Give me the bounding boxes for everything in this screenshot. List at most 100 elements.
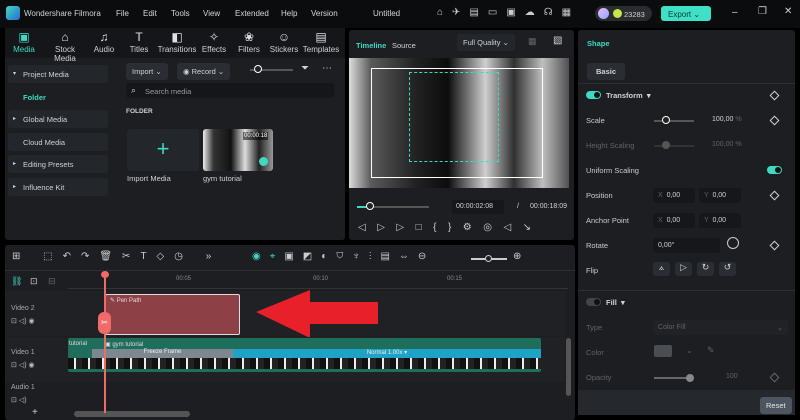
check-icon — [259, 157, 268, 166]
flip-horizontal-icon: ▷ — [675, 262, 692, 276]
rotate-label: Rotate — [586, 241, 609, 250]
close-icon[interactable]: ✕ — [784, 6, 792, 17]
basic-tab[interactable]: Basic — [587, 63, 626, 80]
sidebar-project-media[interactable]: ▾ Project Media — [8, 65, 108, 83]
horizontal-scrollbar[interactable] — [74, 411, 190, 417]
filter-icon[interactable]: ⏷ — [301, 63, 309, 74]
sidebar-folder[interactable]: Folder — [8, 88, 108, 106]
link-icon[interactable]: ⛓ — [11, 276, 22, 287]
track-label-video2: Video 2 — [11, 305, 35, 312]
minimize-icon[interactable]: – — [732, 7, 738, 18]
effects-icon: ✧ — [208, 30, 220, 44]
tab-titles[interactable]: T Titles — [119, 30, 159, 54]
tab-transitions[interactable]: ◧ Transitions — [157, 30, 197, 54]
transform-label[interactable]: Transform ▾ — [606, 91, 651, 100]
color-swatch — [654, 345, 672, 357]
menu-tools[interactable]: Tools — [171, 9, 190, 18]
track-icons[interactable]: ⊡ ◁) — [11, 396, 27, 404]
zoom-in-icon[interactable]: ⊕ — [513, 251, 521, 262]
position-y-input[interactable]: Y 0,00 — [699, 188, 741, 203]
vertical-scrollbar[interactable] — [566, 338, 571, 396]
playback-controls[interactable]: ◁▷▷□{}⚙◎◁↘ — [358, 222, 543, 233]
sidebar-influence-kit[interactable]: ▸ Influence Kit — [8, 178, 108, 196]
position-x-input[interactable]: X 0,00 — [653, 188, 695, 203]
tab-filters[interactable]: ❀ Filters — [229, 30, 269, 54]
timeline-toolbar-right[interactable]: ◉⌖▣◩◐⛉♆⫶▤⇔⊖ — [252, 251, 435, 262]
ungroup-icon[interactable]: ⊟ — [48, 276, 56, 287]
menu-file[interactable]: File — [116, 9, 129, 18]
toolbar-icons[interactable]: ⌂✈▤▭▣☁☊▦ — [437, 7, 580, 18]
pen-path-clip[interactable]: ✎ Pen Path — [105, 294, 240, 335]
scissors-icon[interactable]: ✂ — [98, 312, 111, 334]
tab-timeline[interactable]: Timeline — [356, 41, 386, 50]
scale-value[interactable]: 100,00 % — [712, 116, 742, 123]
record-button[interactable]: ◉ Record ⌄ — [177, 63, 231, 80]
anchor-y-input[interactable]: Y 0,00 — [699, 213, 741, 228]
playback-knob[interactable] — [366, 202, 374, 210]
opacity-knob — [686, 374, 694, 382]
group-icon[interactable]: ⊡ — [30, 276, 38, 287]
playhead[interactable] — [104, 273, 106, 413]
rotate-input[interactable]: 0,00° — [653, 238, 720, 253]
thumb-size-knob[interactable] — [254, 65, 262, 73]
tab-media[interactable]: ▣ Media — [4, 30, 44, 54]
tick-label: 00:15 — [447, 276, 463, 282]
zoom-knob[interactable] — [485, 255, 492, 262]
video-clip[interactable]: tutorial ▣ gym tutorial Freeze Frame Nor… — [68, 338, 541, 372]
sidebar-editing-presets[interactable]: ▸ Editing Presets — [8, 155, 108, 173]
track-icons[interactable]: ⊡ ◁) ◉ — [11, 361, 35, 369]
tab-stock-media[interactable]: ⌂ Stock Media — [43, 30, 87, 63]
playhead-handle[interactable] — [101, 271, 109, 278]
opacity-label: Opacity — [586, 373, 612, 382]
media-icon: ▣ — [18, 30, 30, 44]
opacity-value: 100 — [726, 373, 738, 380]
import-button[interactable]: Import ⌄ — [126, 63, 168, 80]
menu-edit[interactable]: Edit — [143, 9, 157, 18]
flip-buttons[interactable]: ⟑ ▷ ↻ ↺ — [653, 262, 736, 276]
timeline-toolbar-left[interactable]: ⊞ ⬚↶↷🗑✂T◇◷ » — [12, 251, 221, 262]
transform-toggle[interactable] — [586, 91, 601, 99]
track-icons[interactable]: ⊡ ◁) ◉ — [11, 317, 35, 325]
grid-icon[interactable]: ▦ — [528, 36, 537, 47]
ruler[interactable] — [68, 288, 568, 289]
menu-extended[interactable]: Extended — [235, 9, 269, 18]
export-button[interactable]: Export ⌄ — [661, 6, 711, 21]
sidebar-cloud-media[interactable]: Cloud Media — [8, 133, 108, 151]
tab-source[interactable]: Source — [392, 41, 416, 50]
color-label: Color — [586, 348, 604, 357]
stock-icon: ⌂ — [61, 30, 69, 44]
video-preview[interactable] — [349, 58, 569, 188]
fill-type-dropdown: Color Fill ⌄ — [653, 320, 788, 335]
quality-dropdown[interactable]: Full Quality ⌄ — [457, 34, 515, 51]
tab-effects[interactable]: ✧ Effects — [194, 30, 234, 54]
anchor-x-input[interactable]: X 0,00 — [653, 213, 695, 228]
red-arrow-annotation — [256, 290, 378, 338]
rotate-dial[interactable] — [727, 237, 739, 249]
height-knob — [662, 141, 670, 149]
scale-knob[interactable] — [662, 116, 670, 124]
tab-stickers[interactable]: ☺ Stickers — [264, 30, 304, 54]
uniform-scaling-toggle[interactable] — [767, 166, 782, 174]
waveform-icon[interactable]: ▧ — [553, 35, 562, 46]
menu-version[interactable]: Version — [311, 9, 338, 18]
tab-audio[interactable]: ♫ Audio — [84, 30, 124, 54]
search-media-input[interactable]: ⌕ Search media — [126, 83, 334, 98]
filters-icon: ❀ — [243, 30, 255, 44]
sidebar-global-media[interactable]: ▸ Global Media — [8, 110, 108, 128]
clip-filmstrip — [68, 358, 541, 369]
more-icon[interactable]: ⋯ — [322, 63, 332, 74]
add-track-icon[interactable]: + — [32, 407, 38, 418]
rotate-left-icon: ↺ — [719, 262, 736, 276]
coin-icon — [613, 9, 622, 18]
scale-slider[interactable] — [654, 120, 694, 122]
fill-label[interactable]: Fill ▾ — [606, 298, 625, 307]
fill-toggle[interactable] — [586, 298, 601, 306]
reset-button[interactable]: Reset — [760, 397, 792, 414]
restore-icon[interactable]: ❐ — [758, 6, 767, 17]
gym-tutorial-thumbnail[interactable]: 00:00:18 — [203, 129, 273, 171]
import-media-tile[interactable]: + — [127, 129, 199, 171]
tab-templates[interactable]: ▤ Templates — [301, 30, 341, 54]
menu-view[interactable]: View — [203, 9, 220, 18]
menu-help[interactable]: Help — [281, 9, 297, 18]
credits-badge[interactable]: 23283 — [595, 6, 652, 21]
